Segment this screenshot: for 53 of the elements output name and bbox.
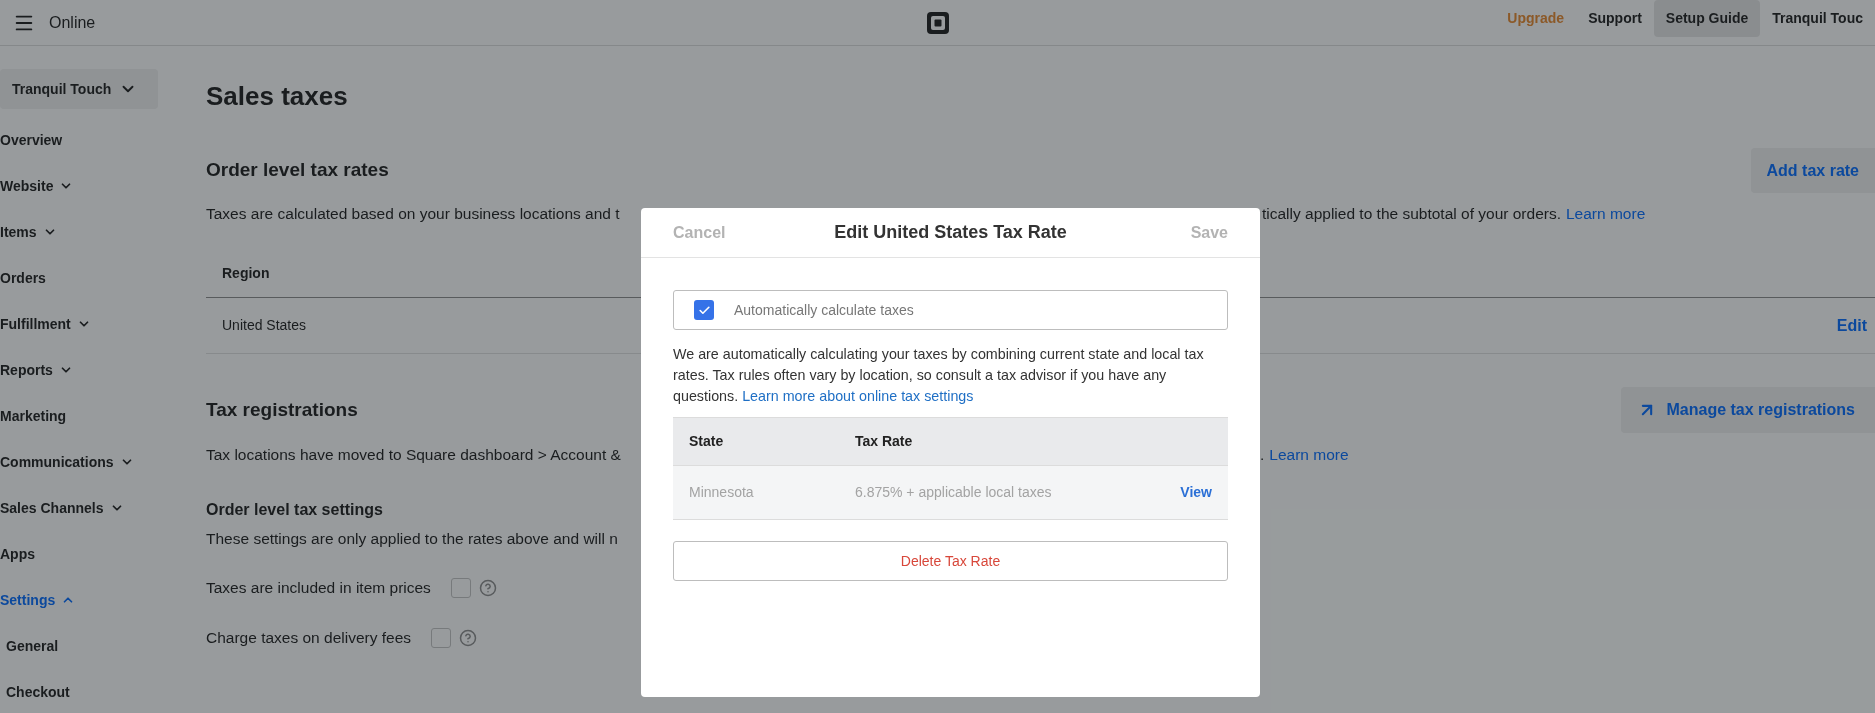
- table-cell-text: Minnesota: [689, 483, 755, 502]
- section-description: Taxes are calculated based on your business locations and t: [206, 204, 621, 224]
- sidebar-item[interactable]: Website: [0, 163, 74, 209]
- checkbox[interactable]: [694, 300, 714, 320]
- dialog-title: Edit United States Tax Rate: [834, 221, 1067, 244]
- sidebar-item[interactable]: Sales Channels: [0, 485, 124, 531]
- location-selector[interactable]: Tranquil Touch: [0, 69, 158, 109]
- column-header: Region: [222, 264, 270, 283]
- learn-more-link[interactable]: Learn more about online tax settings: [742, 388, 974, 404]
- page-title: Sales taxes: [206, 80, 348, 113]
- option-label: Taxes are included in item prices: [206, 578, 431, 599]
- view-link[interactable]: View: [1180, 482, 1212, 503]
- add-tax-rate-button[interactable]: Add tax rate: [1750, 148, 1875, 193]
- auto-calculate-field[interactable]: Automatically calculate taxes: [673, 290, 1228, 330]
- learn-more-link[interactable]: Learn more: [1566, 202, 1646, 226]
- column-header: State: [689, 432, 725, 451]
- section-heading: Tax registrations: [206, 397, 358, 422]
- help-icon[interactable]: [459, 629, 478, 647]
- sidebar-item[interactable]: Marketing: [0, 393, 67, 439]
- sidebar-item[interactable]: Fulfillment: [0, 301, 91, 347]
- checkbox[interactable]: [450, 578, 471, 598]
- header-link[interactable]: Setup Guide: [1653, 0, 1761, 37]
- checkbox[interactable]: [431, 628, 452, 648]
- table-cell-text: United States: [222, 316, 307, 335]
- info-paragraph: We are automatically calculating your taxes by combining current state and local tax rates. Tax rules often vary by location, so consult a tax advisor if you have any questions. Learn more about online tax settings: [673, 345, 1205, 406]
- section-description: .: [1260, 445, 1265, 465]
- column-header: Tax Rate: [855, 432, 913, 451]
- sidebar-item[interactable]: Settings: [0, 577, 76, 623]
- section-heading: Order level tax rates: [206, 158, 389, 183]
- sidebar-item[interactable]: Communications: [0, 439, 134, 485]
- sidebar-item[interactable]: General: [0, 623, 59, 669]
- delete-tax-rate-button[interactable]: Delete Tax Rate: [673, 541, 1228, 581]
- section-description: These settings are only applied to the rates above and will n: [206, 529, 619, 549]
- sidebar-item[interactable]: Checkout: [0, 669, 70, 713]
- manage-tax-registrations-button[interactable]: Manage tax registrations: [1620, 387, 1875, 433]
- section-description: tically applied to the subtotal of your orders.: [1262, 204, 1561, 224]
- sidebar-item[interactable]: Items: [0, 209, 57, 255]
- header-link[interactable]: Tranquil Touc: [1760, 0, 1875, 37]
- sidebar-item[interactable]: Overview: [0, 117, 63, 163]
- table-cell-text: 6.875% + applicable local taxes: [855, 483, 1053, 502]
- section-description: Tax locations have moved to Square dashboard > Account &: [206, 445, 622, 465]
- option-label: Charge taxes on delivery fees: [206, 628, 412, 649]
- sidebar-item[interactable]: Orders: [0, 255, 46, 301]
- header-link[interactable]: Support: [1576, 0, 1654, 37]
- help-icon[interactable]: [478, 579, 497, 597]
- section-heading: Order level tax settings: [206, 500, 383, 520]
- edit-link[interactable]: Edit: [1836, 313, 1875, 338]
- check-icon: [697, 303, 711, 317]
- sidebar-item[interactable]: Apps: [0, 531, 35, 577]
- sidebar-item[interactable]: Reports: [0, 347, 73, 393]
- app-label: Online: [49, 12, 96, 33]
- square-logo-icon: [925, 11, 950, 35]
- learn-more-link[interactable]: Learn more: [1269, 443, 1349, 467]
